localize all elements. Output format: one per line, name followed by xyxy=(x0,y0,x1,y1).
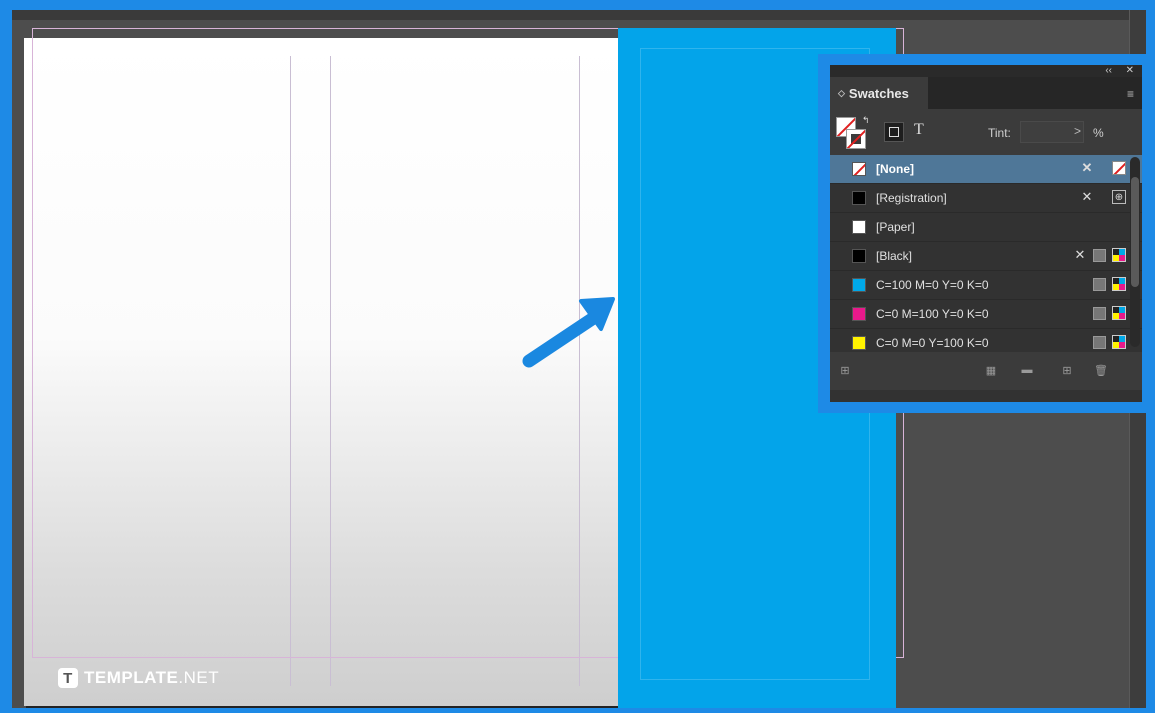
no-edit-icon: ✕ xyxy=(1074,247,1086,262)
swatch-chip xyxy=(852,249,866,263)
swatch-chip xyxy=(852,336,866,350)
tab-toggle-icon: ◇ xyxy=(838,87,845,98)
swatch-name: C=100 M=0 Y=0 K=0 xyxy=(876,278,989,292)
no-edit-icon: ✕ xyxy=(1081,189,1093,204)
tab-label: Swatches xyxy=(848,85,909,101)
swatch-name: C=0 M=0 Y=100 K=0 xyxy=(876,336,989,350)
swatch-name: C=0 M=100 Y=0 K=0 xyxy=(876,307,989,321)
swatch-name: [Black] xyxy=(876,249,913,263)
swatch-row-none[interactable]: [None] ✕ xyxy=(830,155,1142,184)
swap-fill-stroke-icon[interactable]: ↰ xyxy=(862,115,870,126)
logo-suffix: .NET xyxy=(178,668,220,687)
swatch-list: [None] ✕ [Registration] ✕ ⊕ [Paper] [Bla… xyxy=(830,155,1142,358)
cmyk-mode-icon xyxy=(1112,335,1126,349)
container-icon xyxy=(889,127,899,137)
swatch-row-registration[interactable]: [Registration] ✕ ⊕ xyxy=(830,184,1142,213)
indesign-workspace: T TEMPLATE.NET ‹‹ ✕ ◇ Swatches ≡ ↰ T Tin… xyxy=(12,10,1146,708)
stroke-swatch-icon[interactable] xyxy=(846,129,866,149)
swatch-row-cyan[interactable]: C=100 M=0 Y=0 K=0 xyxy=(830,271,1142,300)
scrollbar-thumb[interactable] xyxy=(1131,177,1139,287)
swatch-chip xyxy=(852,191,866,205)
highlight-frame: ‹‹ ✕ ◇ Swatches ≡ ↰ T Tint: > % [None] ✕… xyxy=(818,54,1146,413)
swatch-controls: ↰ T Tint: > % xyxy=(830,109,1142,155)
collapse-icon[interactable]: ‹‹ xyxy=(1105,65,1112,77)
delete-swatch-icon[interactable]: 🗑 xyxy=(1094,363,1108,377)
logo-text: TEMPLATE xyxy=(84,668,179,687)
fill-stroke-selector[interactable]: ↰ xyxy=(836,115,870,151)
swatch-name: [None] xyxy=(876,162,914,176)
swatch-chip xyxy=(852,162,866,176)
swatch-chip xyxy=(852,220,866,234)
close-icon[interactable]: ✕ xyxy=(1126,65,1134,77)
process-color-icon xyxy=(1093,335,1106,349)
swatches-panel: ‹‹ ✕ ◇ Swatches ≡ ↰ T Tint: > % [None] ✕… xyxy=(830,65,1142,402)
workspace-top-bar xyxy=(12,10,1146,20)
cmyk-mode-icon xyxy=(1112,277,1126,291)
formatting-affects-container-button[interactable] xyxy=(884,122,904,142)
show-swatch-kinds-icon[interactable]: ⊞ xyxy=(838,363,852,377)
none-color-mode-icon xyxy=(1112,161,1126,175)
swatch-list-scrollbar[interactable] xyxy=(1130,157,1140,347)
cmyk-mode-icon xyxy=(1112,306,1126,320)
swatch-row-paper[interactable]: [Paper] xyxy=(830,213,1142,242)
new-swatch-icon[interactable]: ⊞ xyxy=(1060,363,1074,377)
template-net-watermark: T TEMPLATE.NET xyxy=(58,668,219,688)
no-edit-icon: ✕ xyxy=(1081,160,1093,175)
panel-tab-bar: ◇ Swatches ≡ xyxy=(830,77,1142,109)
tab-swatches[interactable]: ◇ Swatches xyxy=(830,77,928,109)
panel-footer: ⊞ ▦ ▬ ⊞ 🗑 xyxy=(830,352,1142,390)
swatch-chip xyxy=(852,307,866,321)
registration-mode-icon: ⊕ xyxy=(1112,190,1126,204)
tint-slider-arrow-icon[interactable]: > xyxy=(1074,124,1081,138)
process-color-icon xyxy=(1093,306,1106,320)
tint-label: Tint: xyxy=(988,126,1011,140)
swatch-name: [Paper] xyxy=(876,220,915,234)
tint-percent-label: % xyxy=(1093,126,1104,140)
template-logo-icon: T xyxy=(58,668,78,688)
swatch-row-magenta[interactable]: C=0 M=100 Y=0 K=0 xyxy=(830,300,1142,329)
pointer-arrow-icon xyxy=(522,297,615,368)
swatch-chip xyxy=(852,278,866,292)
panel-menu-icon[interactable]: ≡ xyxy=(1127,87,1134,101)
formatting-affects-text-button[interactable]: T xyxy=(914,121,924,139)
process-color-icon xyxy=(1093,248,1106,262)
process-color-icon xyxy=(1093,277,1106,291)
swatch-views-icon[interactable]: ▦ xyxy=(984,363,998,377)
swatch-row-black[interactable]: [Black] ✕ xyxy=(830,242,1142,271)
panel-title-strip: ‹‹ ✕ xyxy=(830,65,1142,77)
new-color-group-icon[interactable]: ▬ xyxy=(1020,363,1034,377)
cmyk-mode-icon xyxy=(1112,248,1126,262)
swatch-name: [Registration] xyxy=(876,191,947,205)
